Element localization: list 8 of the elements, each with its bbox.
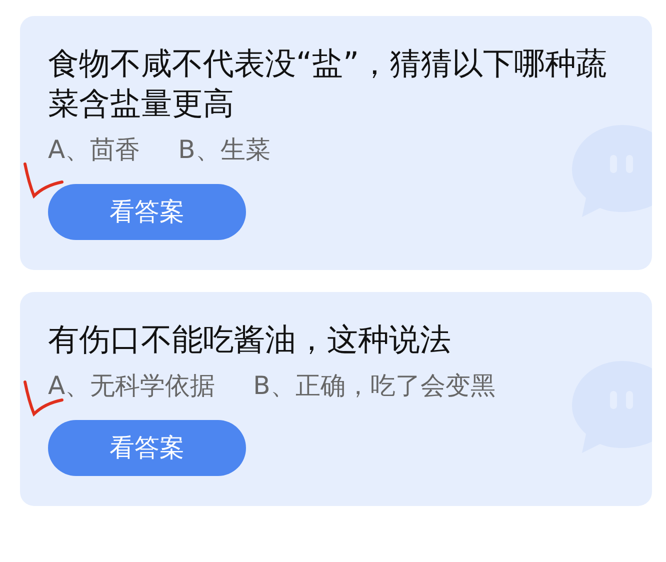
answer-option: A、无科学依据: [48, 370, 216, 402]
question-title: 有伤口不能吃酱油，这种说法: [48, 321, 452, 360]
question-title: 食物不咸不代表没“盐”，猜猜以下哪种蔬菜含盐量更高: [48, 45, 608, 124]
view-answer-button[interactable]: 看答案: [48, 420, 246, 476]
answer-option: A、茴香: [48, 134, 140, 166]
answer-option: B、正确，吃了会变黑: [253, 370, 496, 402]
answer-option: B、生菜: [178, 134, 270, 166]
view-answer-button[interactable]: 看答案: [48, 184, 246, 240]
